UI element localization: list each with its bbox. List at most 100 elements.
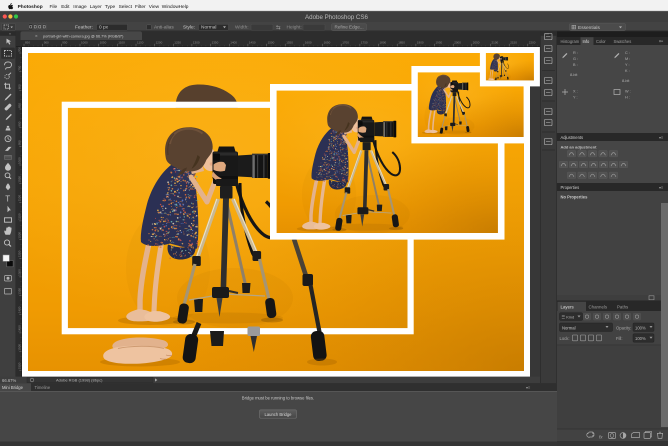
svg-text:1200: 1200 [18,232,22,239]
svg-text:M :: M : [625,57,630,61]
svg-text:R :: R : [573,51,578,55]
svg-text:1100: 1100 [18,195,22,202]
svg-text:Properties: Properties [561,185,580,190]
svg-text:1000: 1000 [18,157,22,164]
svg-text:1100: 1100 [118,41,125,45]
svg-text:1000: 1000 [81,41,88,45]
svg-text:Y :: Y : [573,96,578,100]
svg-text:1550: 1550 [18,362,22,369]
svg-text:8-bit: 8-bit [622,79,630,83]
svg-text:▾≡: ▾≡ [659,185,664,190]
svg-text:1500: 1500 [18,344,22,351]
svg-text:W :: W : [625,90,631,94]
svg-text:K :: K : [625,69,630,73]
svg-text:Normal: Normal [562,325,576,330]
svg-text:T: T [5,194,10,203]
svg-text:1350: 1350 [18,288,22,295]
svg-text:No Properties: No Properties [561,195,589,200]
svg-text:Layer: Layer [90,4,102,10]
svg-text:1150: 1150 [18,213,22,220]
svg-text:1350: 1350 [212,41,219,45]
svg-text:Help: Help [179,4,189,10]
svg-text:Refine Edge...: Refine Edge... [335,25,364,30]
svg-text:G :: G : [573,57,578,61]
svg-text:100%: 100% [635,325,646,330]
svg-text:Anti-alias: Anti-alias [154,25,174,31]
svg-text:2000: 2000 [454,41,461,45]
svg-text:X :: X : [573,90,578,94]
svg-text:Type: Type [105,4,116,10]
svg-text:Lock:: Lock: [560,336,570,341]
svg-text:File: File [50,4,58,10]
svg-text:Style:: Style: [183,25,195,31]
svg-text:1800: 1800 [380,41,387,45]
svg-text:800: 800 [18,84,22,89]
svg-text:2200: 2200 [529,41,536,45]
svg-text:1650: 1650 [324,41,331,45]
svg-text:Window: Window [162,4,180,10]
svg-text:66.67%: 66.67% [2,378,16,383]
svg-text:▾≡: ▾≡ [659,135,664,140]
svg-text:««: «« [545,32,549,36]
svg-text:750: 750 [18,65,22,70]
svg-text:»: » [9,32,11,36]
svg-text:Info: Info [583,39,591,44]
svg-text:Select: Select [119,4,133,10]
svg-text:Fill:: Fill: [616,336,623,341]
svg-text:Filter: Filter [135,4,146,10]
svg-text:Essentials: Essentials [578,25,600,31]
svg-text:×: × [35,33,38,38]
svg-text:Width:: Width: [235,25,249,31]
svg-text:Bridge must be running to brow: Bridge must be running to browse files. [242,395,314,400]
svg-text:1150: 1150 [137,41,144,45]
svg-text:100%: 100% [635,336,646,341]
svg-text:▾≡: ▾≡ [526,385,531,390]
svg-text:Image: Image [73,4,87,10]
svg-text:1400: 1400 [18,306,22,313]
svg-text:B :: B : [573,63,578,67]
svg-text:2100: 2100 [492,41,499,45]
svg-text:1550: 1550 [286,41,293,45]
svg-text:⇆: ⇆ [276,24,281,31]
svg-text:C :: C : [625,51,630,55]
svg-text:portrait-girl-with-camera.jpg: portrait-girl-with-camera.jpg @ 66.7% (R… [43,34,124,38]
svg-text:☰ Kind: ☰ Kind [562,314,575,319]
svg-text:H :: H : [625,96,630,100]
svg-text:▾≡: ▾≡ [659,39,664,44]
svg-text:900: 900 [44,41,49,45]
svg-text:1850: 1850 [398,41,405,45]
svg-text:850: 850 [25,41,30,45]
svg-text:900: 900 [18,121,22,126]
svg-text:1050: 1050 [18,176,22,183]
svg-text:Edit: Edit [61,4,70,10]
svg-text:1400: 1400 [230,41,237,45]
svg-text:Mini Bridge: Mini Bridge [2,385,24,390]
svg-text:1050: 1050 [100,41,107,45]
svg-text:Launch Bridge: Launch Bridge [264,412,292,417]
svg-text:8-bit: 8-bit [570,73,578,77]
svg-text:View: View [149,4,160,10]
svg-text:Channels: Channels [589,305,608,310]
svg-text:Histogram: Histogram [561,39,580,44]
svg-text:0 px: 0 px [99,25,109,31]
svg-text:2150: 2150 [510,41,517,45]
svg-text:1450: 1450 [249,41,256,45]
svg-text:950: 950 [62,41,67,45]
svg-text:1500: 1500 [268,41,275,45]
svg-text:1200: 1200 [156,41,163,45]
svg-text:1450: 1450 [18,325,22,332]
svg-text:Normal: Normal [201,25,216,31]
svg-text:Timeline: Timeline [35,385,51,390]
svg-text:700: 700 [18,47,22,52]
svg-text:1750: 1750 [361,41,368,45]
svg-text:1700: 1700 [342,41,349,45]
svg-text:Paths: Paths [617,305,629,310]
svg-text:2050: 2050 [473,41,480,45]
svg-text:Swatches: Swatches [614,39,632,44]
svg-text:Feather:: Feather: [75,25,93,31]
svg-text:Layers: Layers [561,305,575,310]
svg-text:1250: 1250 [174,41,181,45]
svg-text:950: 950 [18,140,22,145]
svg-text:1900: 1900 [417,41,424,45]
svg-text:1950: 1950 [436,41,443,45]
